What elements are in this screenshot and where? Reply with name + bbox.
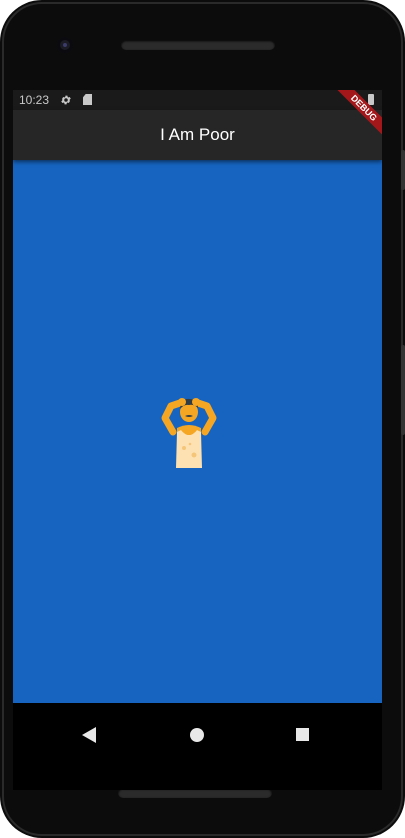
poor-man-image	[161, 398, 217, 468]
volume-button[interactable]	[401, 345, 405, 435]
sd-card-icon	[83, 94, 92, 105]
main-content	[13, 160, 382, 703]
recents-icon[interactable]	[296, 728, 309, 741]
home-icon[interactable]	[190, 728, 204, 742]
status-time: 10:23	[19, 93, 50, 107]
power-button[interactable]	[401, 150, 405, 190]
page-title: I Am Poor	[160, 125, 235, 144]
front-camera	[57, 37, 73, 53]
top-speaker	[121, 40, 275, 50]
settings-icon	[61, 95, 71, 105]
phone-frame: 10:23 DEBUG I Am Poor	[0, 0, 405, 838]
back-icon[interactable]	[82, 727, 96, 743]
battery-icon	[368, 94, 374, 105]
status-bar: 10:23	[13, 90, 382, 110]
app-bar: I Am Poor	[13, 110, 382, 160]
navigation-bar	[13, 703, 382, 790]
screen: 10:23 DEBUG I Am Poor	[13, 90, 382, 790]
